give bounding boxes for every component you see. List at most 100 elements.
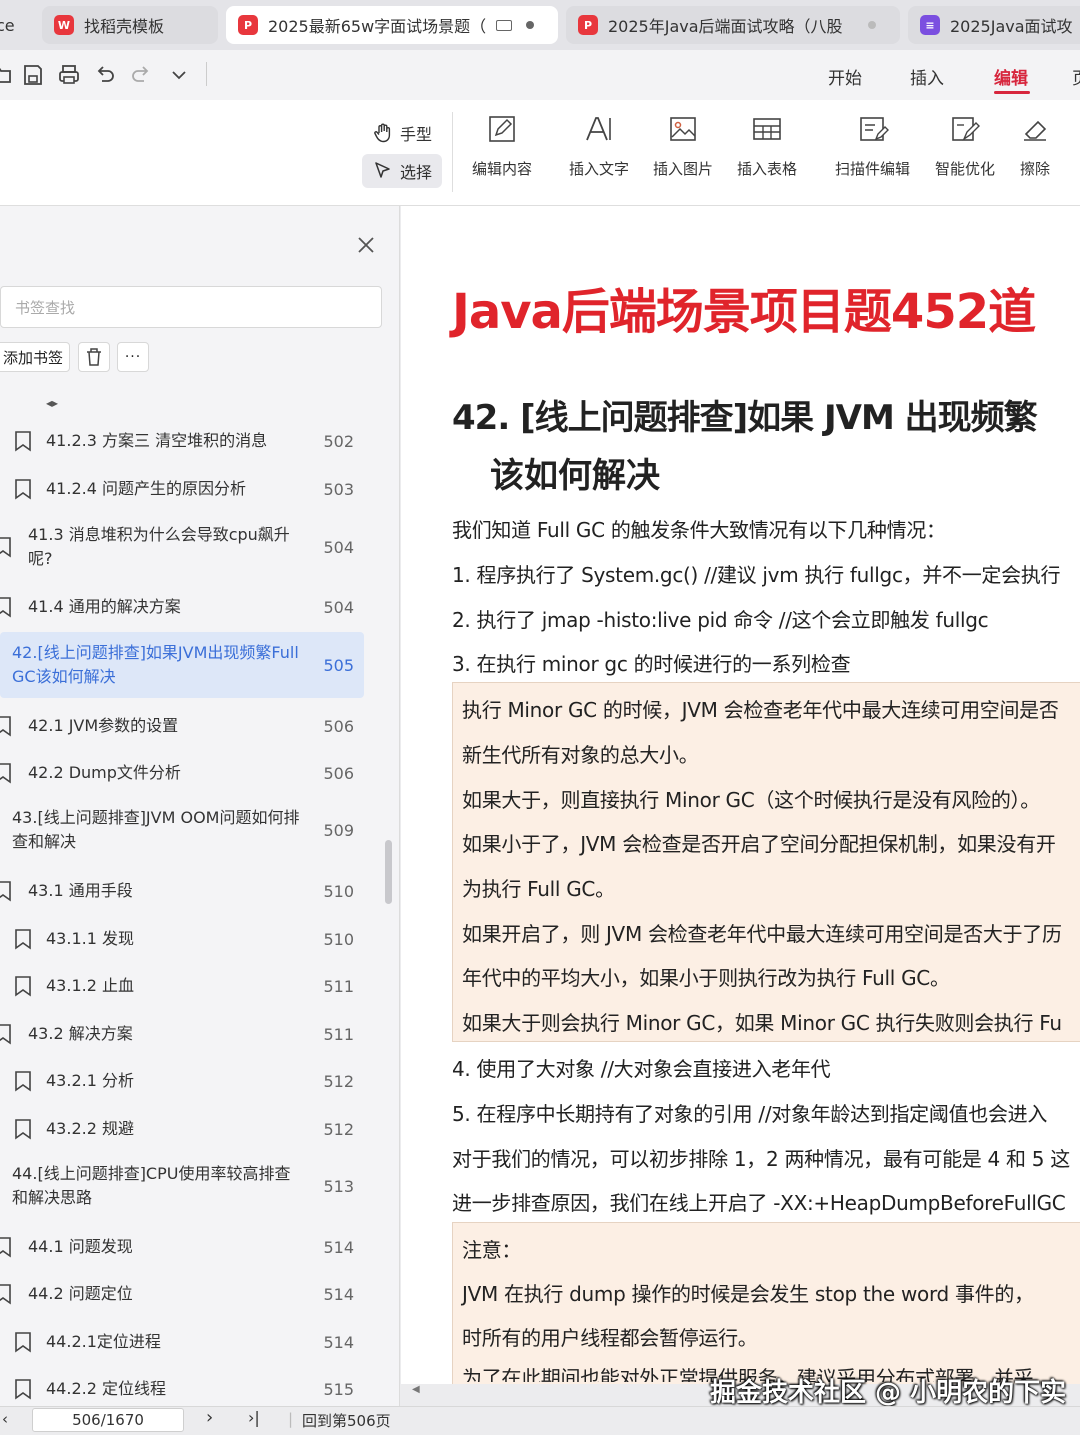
bookmark-item[interactable]: 41.2.3 方案三 清空堆积的消息 502 (0, 418, 364, 464)
menu-insert[interactable]: 插入 (910, 64, 944, 89)
print-icon[interactable] (56, 62, 82, 88)
tab-interview-scenarios[interactable]: P 2025最新65w字面试场景题（ (226, 6, 558, 44)
prev-page-icon[interactable]: ‹ (2, 1410, 8, 1428)
list-item: 2. 执行了 jmap -histo:live pid 命令 //这个会立即触发… (452, 608, 989, 632)
bookmark-item[interactable]: 41.3 消息堆积为什么会导致cpu飙升呢? 504 (0, 514, 364, 580)
hand-tool-button[interactable]: 手型 (362, 116, 442, 150)
sidebar-scrollbar[interactable] (385, 840, 392, 904)
close-icon[interactable] (355, 234, 377, 256)
insert-image-icon (670, 117, 696, 141)
menu-page[interactable]: 页 (1072, 64, 1080, 89)
next-page-icon[interactable]: › (206, 1407, 213, 1428)
bookmark-item[interactable]: 44.2 问题定位 514 (0, 1271, 364, 1317)
document-title: Java后端场景项目题452道 (452, 284, 1036, 340)
insert-table-icon (753, 118, 781, 140)
insert-image-button[interactable]: 插入图片 (653, 112, 713, 179)
undo-icon[interactable] (92, 62, 118, 88)
watermark: 掘金技术社区 @ 小明农的下实 (710, 1378, 1067, 1408)
bookmark-page: 504 (323, 537, 354, 557)
bookmark-icon (15, 1332, 31, 1353)
bookmark-icon (0, 537, 11, 558)
bookmark-title: 43.2 解决方案 (28, 1024, 133, 1043)
bookmark-item[interactable]: 41.2.4 问题产生的原因分析 503 (0, 466, 364, 512)
bookmark-item[interactable]: 43.1.2 止血 511 (0, 963, 364, 1009)
save-icon[interactable] (20, 62, 46, 88)
bookmark-icon (15, 1071, 31, 1092)
divider (206, 62, 207, 86)
scan-edit-button[interactable]: 扫描件编辑 (835, 112, 910, 179)
monitor-icon[interactable] (496, 19, 513, 31)
chevron-down-icon[interactable] (166, 62, 192, 88)
back-to-page-button[interactable]: 回到第506页 (302, 1410, 391, 1431)
delete-bookmark-button[interactable] (78, 342, 110, 372)
bookmark-page: 503 (323, 479, 354, 499)
bookmark-title: 43.1 通用手段 (28, 881, 133, 900)
eraser-icon (1024, 120, 1047, 141)
bookmark-page: 509 (323, 820, 354, 840)
bookmark-item[interactable]: 44.[线上问题排查]CPU使用率较高排查和解决思路 513 (0, 1153, 364, 1219)
bookmark-title: 42.2 Dump文件分析 (28, 763, 181, 782)
section-heading: 42. [线上问题排查]如果 JVM 出现频繁 (452, 398, 1038, 438)
collapse-toggle-icon[interactable]: ◂▸ (46, 396, 58, 410)
tab-template[interactable]: W 找稻壳模板 (42, 6, 218, 44)
box-line: 如果大于，则直接执行 Minor GC（这个时候执行是没有风险的）。 (462, 788, 1040, 812)
bookmark-title: 41.3 消息堆积为什么会导致cpu飙升呢? (28, 525, 290, 568)
scroll-left-icon[interactable]: ◀ (412, 1384, 420, 1395)
smart-optimize-button[interactable]: 智能优化 (935, 112, 995, 179)
bookmark-title: 43.2.2 规避 (46, 1119, 134, 1138)
list-item: 1. 程序执行了 System.gc() //建议 jvm 执行 fullgc，… (452, 563, 1061, 587)
page-number-input[interactable]: 506/1670 (32, 1408, 184, 1432)
bookmark-item[interactable]: 43.2.2 规避 512 (0, 1106, 364, 1152)
edit-content-button[interactable]: 编辑内容 (472, 112, 532, 179)
bookmark-item[interactable]: 43.1 通用手段 510 (0, 868, 364, 914)
bookmark-page: 515 (323, 1379, 354, 1399)
tab-java-interview[interactable]: ≡ 2025Java面试攻 (908, 6, 1080, 44)
box-line: 为执行 Full GC。 (462, 877, 615, 901)
section-heading-continued: 该如何解决 (490, 456, 660, 496)
bookmark-page: 511 (323, 976, 354, 996)
bookmark-item[interactable]: 43.[线上问题排查]JVM OOM问题如何排查和解决 509 (0, 797, 364, 863)
bookmark-item[interactable]: 43.2 解决方案 511 (0, 1011, 364, 1057)
list-item: 5. 在程序中长期持有了对象的引用 //对象年龄达到指定阈值也会进入 (452, 1102, 1048, 1126)
bookmark-item[interactable]: 43.1.1 发现 510 (0, 916, 364, 962)
tab-partial[interactable]: ce (0, 6, 32, 44)
bookmark-item[interactable]: 44.2.1定位进程 514 (0, 1319, 364, 1365)
menu-start[interactable]: 开始 (828, 64, 862, 89)
bookmark-item[interactable]: 42.1 JVM参数的设置 506 (0, 703, 364, 749)
bookmark-search-input[interactable]: 书签查找 (0, 286, 382, 328)
pdf-icon: P (238, 15, 258, 35)
add-bookmark-button[interactable]: 添加书签 (0, 342, 71, 372)
bookmark-item[interactable]: 44.1 问题发现 514 (0, 1224, 364, 1270)
bookmark-title: 43.2.1 分析 (46, 1071, 134, 1090)
open-file-icon[interactable] (0, 62, 14, 88)
list-item: 3. 在执行 minor gc 的时候进行的一系列检查 (452, 652, 851, 676)
ribbon-toolbar (0, 100, 1080, 206)
note-line: JVM 在执行 dump 操作的时候是会发生 stop the word 事件的… (462, 1282, 1034, 1306)
bookmark-item[interactable]: 41.4 通用的解决方案 504 (0, 584, 364, 630)
bookmark-item[interactable]: 42.2 Dump文件分析 506 (0, 750, 364, 796)
bookmark-item[interactable]: 43.2.1 分析 512 (0, 1058, 364, 1104)
bookmark-title: 44.2.1定位进程 (46, 1332, 161, 1351)
more-options-button[interactable]: ··· (117, 342, 149, 372)
insert-text-button[interactable]: 插入文字 (569, 112, 629, 179)
bookmark-icon (15, 929, 31, 950)
doc-icon: ≡ (920, 15, 940, 35)
paragraph: 对于我们的情况，可以初步排除 1，2 两种情况，最有可能是 4 和 5 这 (452, 1147, 1070, 1171)
bookmark-icon (15, 479, 31, 500)
bookmark-item[interactable]: 42.[线上问题排查]如果JVM出现频繁Full GC该如何解决 505 (0, 632, 364, 698)
redo-icon[interactable] (128, 62, 154, 88)
bookmark-page: 505 (323, 655, 354, 675)
bookmark-title: 41.2.3 方案三 清空堆积的消息 (46, 431, 268, 450)
note-line: 时所有的用户线程都会暂停运行。 (462, 1326, 758, 1350)
bookmark-page: 514 (323, 1237, 354, 1257)
bookmark-title: 44.2 问题定位 (28, 1284, 133, 1303)
select-tool-button[interactable]: 选择 (362, 154, 443, 188)
bookmark-page: 506 (323, 763, 354, 783)
hand-icon (374, 123, 391, 143)
paragraph: 进一步排查原因，我们在线上开启了 -XX:+HeapDumpBeforeFull… (452, 1191, 1066, 1215)
last-page-icon[interactable]: ›| (248, 1408, 260, 1427)
erase-button[interactable]: 擦除 (1018, 112, 1052, 179)
insert-table-button[interactable]: 插入表格 (737, 112, 797, 179)
tab-java-backend[interactable]: P 2025年Java后端面试攻略（八股 (566, 6, 900, 44)
menu-edit[interactable]: 编辑 (994, 64, 1028, 89)
